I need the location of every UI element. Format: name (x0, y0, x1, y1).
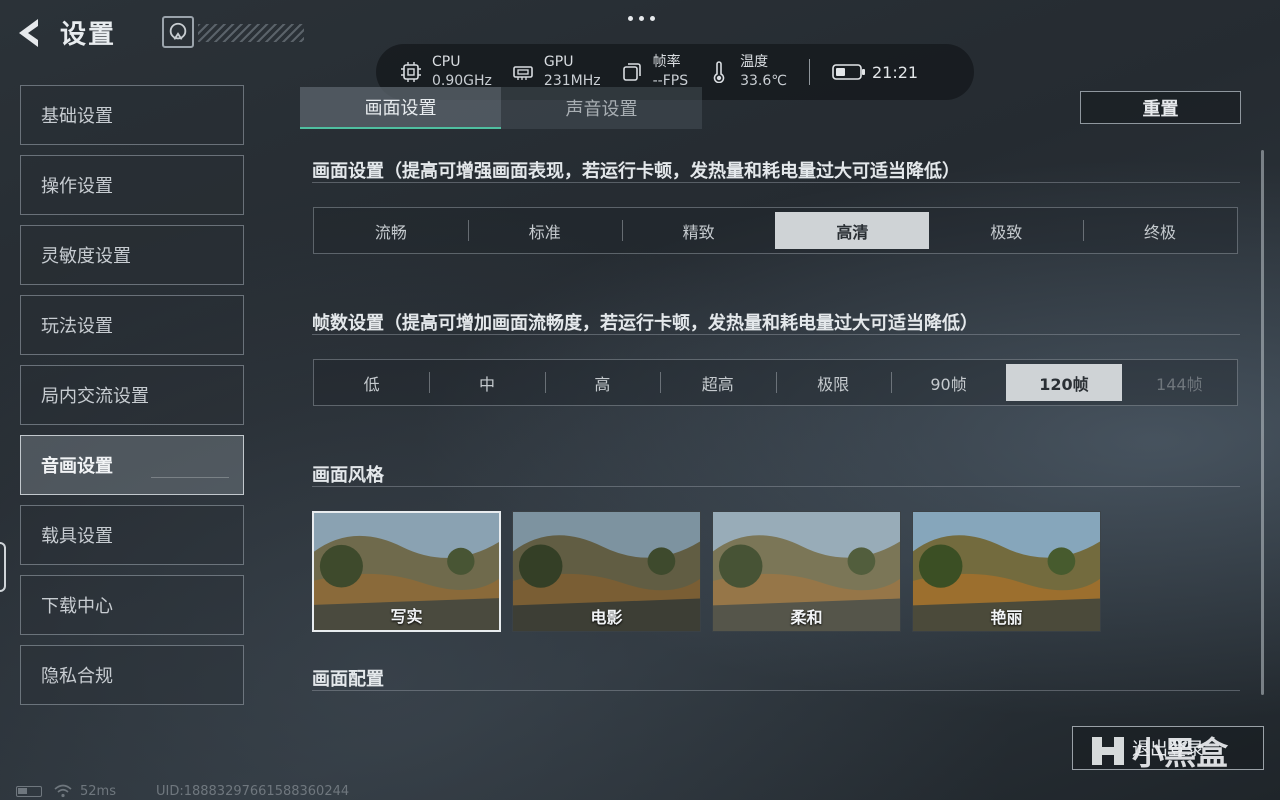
fps-stat: 帧率 --FPS (621, 53, 688, 91)
style-card-soft[interactable]: 柔和 (712, 511, 901, 632)
gpu-stat: GPU 231MHz (512, 53, 601, 91)
sidebar-item-label: 操作设置 (41, 176, 113, 197)
sidebar-item-label: 基础设置 (41, 106, 113, 127)
graphics-config-title: 画面配置 (312, 669, 384, 690)
fps-option-120[interactable]: 120帧 (1006, 364, 1122, 401)
tab-sound[interactable]: 声音设置 (501, 87, 702, 129)
frame-rate-title: 帧数设置（提高可增加画面流畅度，若运行卡顿，发热量和耗电量过大可适当降低） (312, 313, 978, 334)
style-card-label: 电影 (590, 608, 623, 627)
fps-option-high[interactable]: 高 (544, 360, 660, 405)
fps-option-low[interactable]: 低 (314, 360, 429, 405)
sidebar-item-controls[interactable]: 操作设置 (20, 155, 244, 215)
style-card-cinematic[interactable]: 电影 (512, 511, 701, 632)
sidebar-item-in-game-chat[interactable]: 局内交流设置 (20, 365, 244, 425)
sidebar-item-basic[interactable]: 基础设置 (20, 85, 244, 145)
quality-option-refined[interactable]: 精致 (621, 208, 776, 253)
sidebar-item-sensitivity[interactable]: 灵敏度设置 (20, 225, 244, 285)
battery-clock: 21:21 (832, 63, 918, 82)
content-scrollbar[interactable] (1261, 150, 1264, 695)
ping-value: 52ms (80, 783, 116, 799)
graphics-style-title: 画面风格 (312, 465, 384, 486)
temperature-label: 温度 (740, 54, 769, 70)
battery-icon (832, 64, 865, 80)
style-card-vivid[interactable]: 艳丽 (912, 511, 1101, 632)
sidebar-item-gameplay[interactable]: 玩法设置 (20, 295, 244, 355)
gpu-label: GPU (543, 54, 574, 70)
sidebar-item-label: 音画设置 (41, 456, 113, 477)
settings-sidebar: 基础设置 操作设置 灵敏度设置 玩法设置 局内交流设置 音画设置 载具设置 下载… (20, 85, 244, 715)
watermark-logo: 小黑盒 (1088, 728, 1228, 774)
graphics-style-cards: 写实 电影 柔和 艳丽 (312, 511, 1101, 632)
page-title: 设置 (60, 20, 117, 50)
status-divider (809, 59, 810, 85)
fps-option-90[interactable]: 90帧 (890, 360, 1006, 405)
small-battery-icon (16, 785, 42, 797)
title-decoration (198, 24, 304, 42)
section-divider (312, 334, 1240, 335)
quality-option-standard[interactable]: 标准 (467, 208, 622, 253)
quality-option-hd[interactable]: 高清 (775, 212, 930, 249)
more-menu-icon[interactable] (622, 10, 660, 26)
tab-graphics[interactable]: 画面设置 (300, 87, 501, 129)
settings-tabs: 画面设置 声音设置 (300, 87, 702, 129)
quality-option-smooth[interactable]: 流畅 (314, 208, 468, 253)
sidebar-item-label: 局内交流设置 (41, 386, 149, 407)
style-card-label: 艳丽 (990, 608, 1023, 627)
sidebar-item-label: 载具设置 (41, 526, 113, 547)
fps-label: 帧率 (652, 54, 681, 70)
sidebar-edge-handle[interactable] (0, 542, 6, 592)
sidebar-item-label: 玩法设置 (41, 316, 113, 337)
style-card-realistic[interactable]: 写实 (312, 511, 501, 632)
cpu-icon (401, 62, 421, 82)
quality-option-extreme[interactable]: 极致 (929, 208, 1083, 253)
user-uid: UID:18883297661588360244 (155, 783, 350, 799)
sidebar-item-label: 灵敏度设置 (41, 246, 131, 267)
style-card-label: 写实 (390, 607, 423, 626)
thermometer-icon (713, 61, 725, 83)
sidebar-item-privacy[interactable]: 隐私合规 (20, 645, 244, 705)
footer-status: 52ms UID:18883297661588360244 (16, 782, 349, 800)
cpu-stat: CPU 0.90GHz (400, 53, 492, 91)
reset-button[interactable]: 重置 (1080, 91, 1241, 124)
watermark-text: 小黑盒 (1132, 734, 1229, 772)
section-divider (312, 182, 1240, 183)
graphics-quality-title: 画面设置（提高可增强画面表现，若运行卡顿，发热量和耗电量过大可适当降低） (312, 161, 960, 182)
gpu-icon (513, 66, 533, 80)
graphics-quality-selector: 流畅 标准 精致 高清 极致 终极 (313, 207, 1238, 254)
frame-rate-selector: 低 中 高 超高 极限 90帧 120帧 144帧 (313, 359, 1238, 406)
fps-option-medium[interactable]: 中 (429, 360, 544, 405)
sidebar-item-download[interactable]: 下载中心 (20, 575, 244, 635)
temperature-stat: 温度 33.6℃ (708, 53, 787, 91)
section-divider (312, 690, 1240, 691)
fps-option-144: 144帧 (1156, 374, 1203, 394)
section-divider (312, 486, 1240, 487)
sidebar-item-audio-video[interactable]: 音画设置 (20, 435, 244, 495)
back-button[interactable] (14, 16, 46, 50)
sidebar-item-label: 隐私合规 (41, 666, 113, 687)
fps-option-ultra[interactable]: 超高 (660, 360, 775, 405)
frames-icon (622, 63, 641, 81)
sidebar-item-vehicle[interactable]: 载具设置 (20, 505, 244, 565)
back-arrow-icon (19, 19, 38, 47)
temperature-value: 33.6℃ (740, 73, 787, 89)
style-card-label: 柔和 (790, 608, 823, 627)
fps-option-extreme[interactable]: 极限 (775, 360, 891, 405)
quality-option-ultimate[interactable]: 终极 (1083, 208, 1237, 253)
heybox-logo-icon (1092, 737, 1124, 765)
cpu-label: CPU (432, 54, 461, 70)
brand-badge-icon (162, 16, 194, 48)
wifi-icon (54, 784, 72, 798)
sidebar-item-label: 下载中心 (41, 596, 113, 617)
clock-time: 21:21 (872, 62, 919, 82)
